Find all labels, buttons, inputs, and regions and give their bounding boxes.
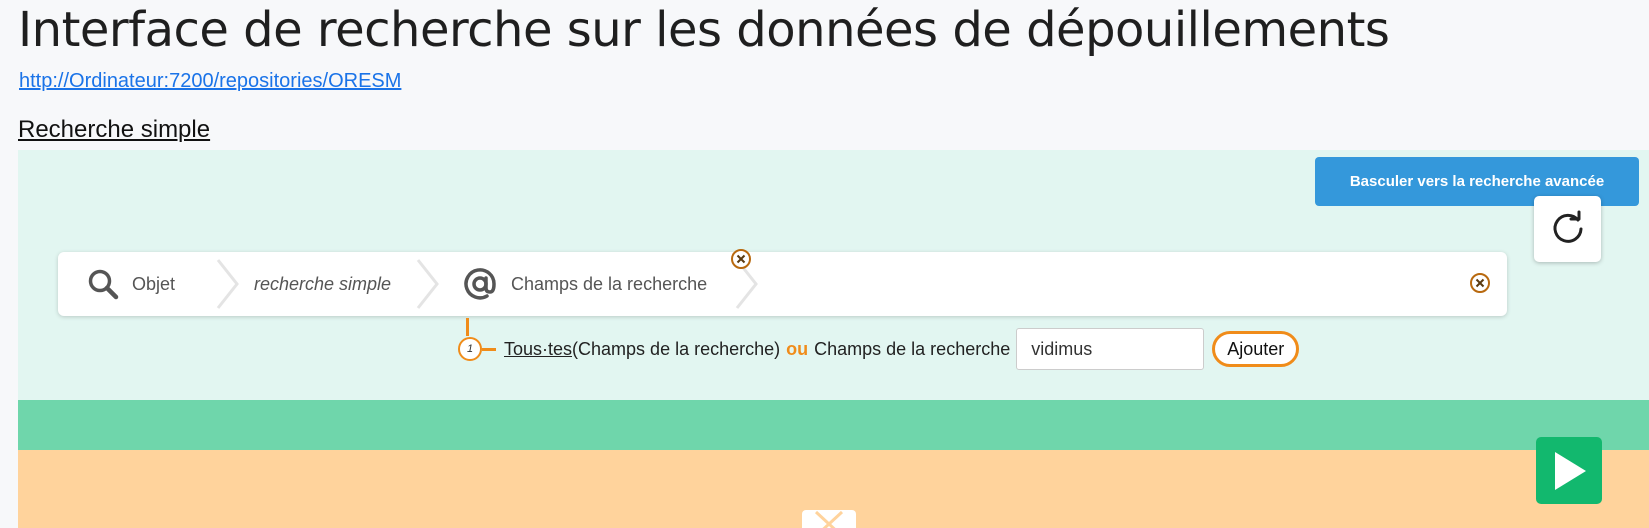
repository-link[interactable]: http://Ordinateur:7200/repositories/ORES… (19, 70, 401, 93)
page-title: Interface de recherche sur les données d… (18, 2, 1390, 58)
search-icon (88, 269, 119, 300)
field-label: Champs de la recherche (814, 338, 1011, 359)
clear-search-icon[interactable] (1469, 272, 1491, 294)
criteria-row: 1 Tous·tes (Champs de la recherche) ou C… (440, 325, 1300, 373)
search-breadcrumb-bar: Objet recherche simple Champs de la rech… (58, 252, 1507, 316)
crumb-search-type-label: recherche simple (254, 273, 392, 294)
section-title: Recherche simple (18, 116, 211, 143)
criteria-number-badge: 1 (458, 337, 482, 361)
page: Interface de recherche sur les données d… (0, 0, 1649, 528)
crumb-object[interactable]: Objet (86, 252, 175, 316)
crumb-field[interactable]: Champs de la recherche (463, 252, 707, 316)
chevron-right-icon (216, 259, 239, 309)
results-band (18, 400, 1649, 450)
close-icon (814, 510, 844, 528)
criteria-line (482, 347, 496, 351)
collapse-toggle[interactable] (802, 510, 856, 528)
chevron-right-icon (416, 259, 439, 309)
crumb-object-label: Objet (132, 273, 176, 294)
quantifier-detail: (Champs de la recherche) (572, 338, 781, 359)
reset-button[interactable] (1534, 196, 1601, 262)
crumb-field-label: Champs de la recherche (511, 273, 708, 294)
remove-field-icon[interactable] (730, 248, 752, 270)
quantifier-link[interactable]: Tous·tes (504, 339, 572, 360)
refresh-icon (1553, 210, 1582, 243)
operator-label[interactable]: ou (786, 339, 808, 360)
crumb-search-type[interactable]: recherche simple (254, 252, 391, 316)
search-value-input[interactable] (1016, 328, 1205, 370)
play-icon (1555, 451, 1586, 490)
run-search-button[interactable] (1536, 437, 1602, 504)
add-button[interactable]: Ajouter (1212, 331, 1300, 367)
at-icon (464, 268, 496, 300)
